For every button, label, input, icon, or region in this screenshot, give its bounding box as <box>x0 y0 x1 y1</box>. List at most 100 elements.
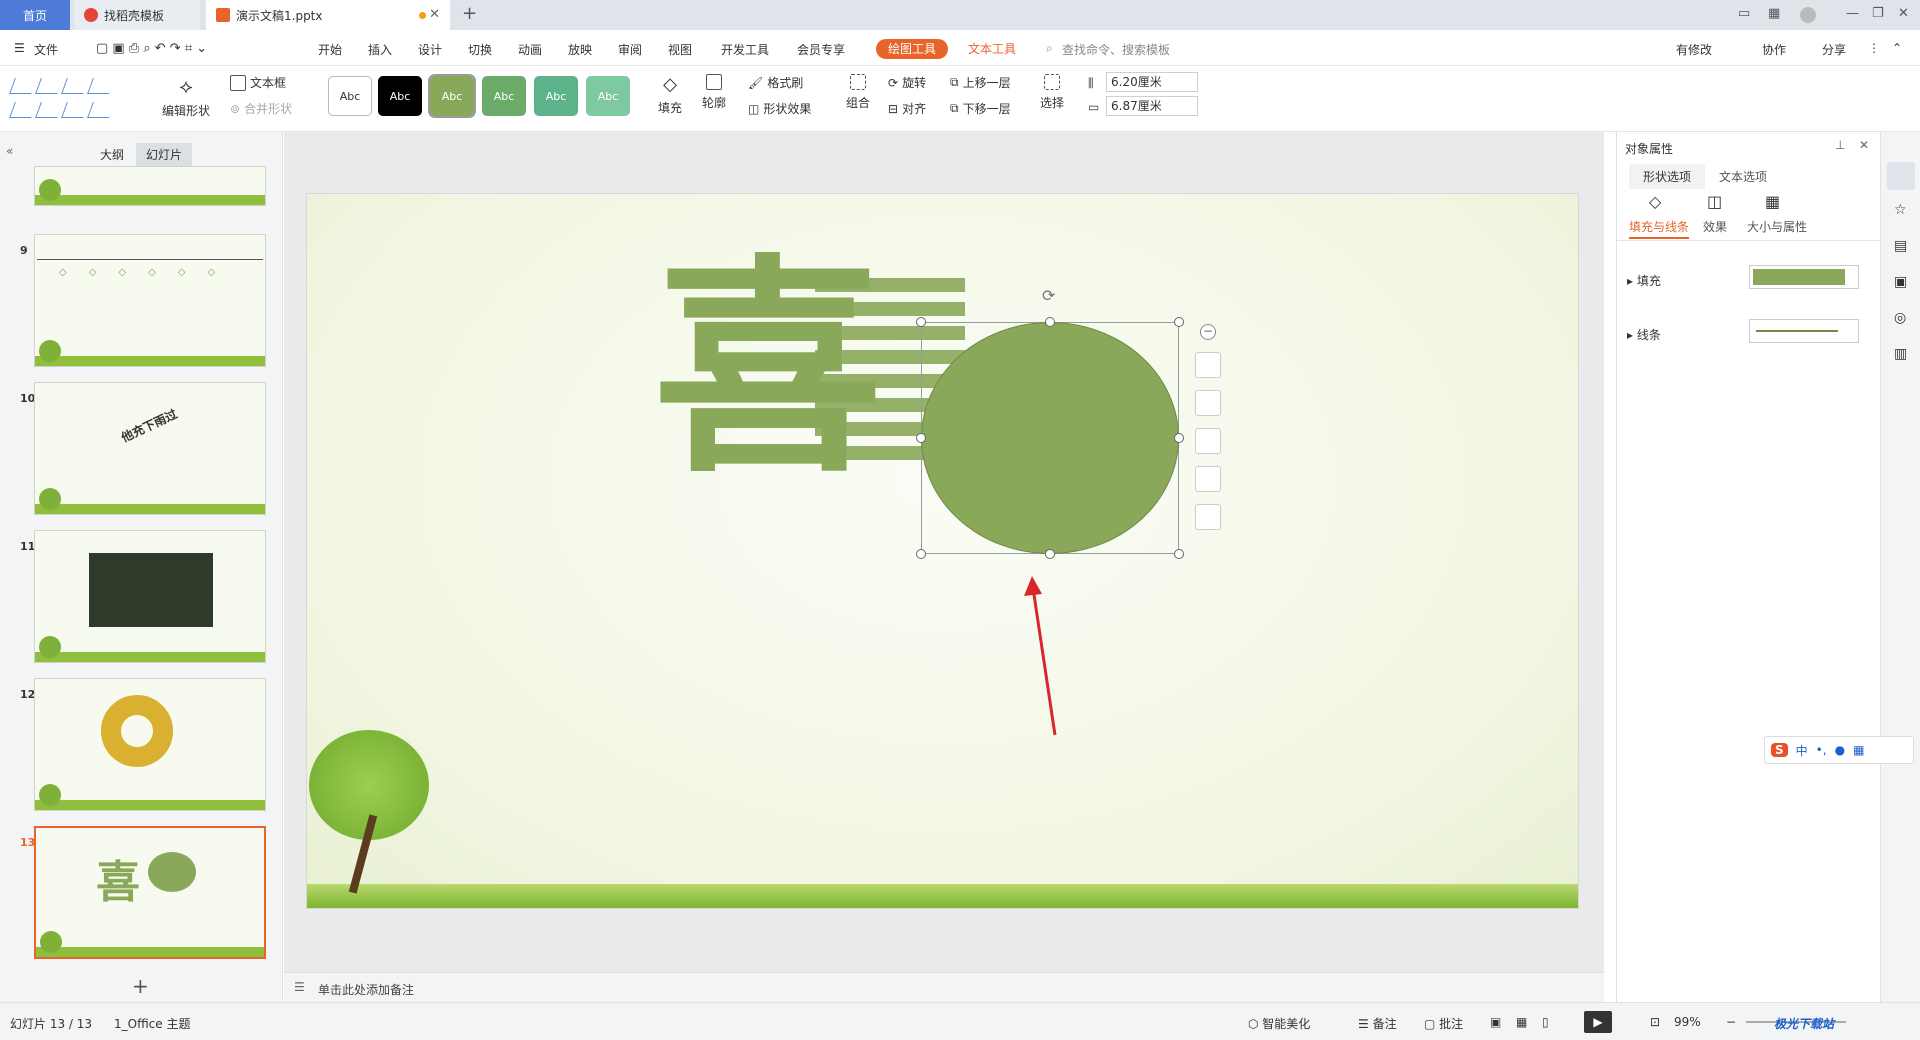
ellipse-shape[interactable] <box>921 322 1179 554</box>
tab-text-tools[interactable]: 文本工具 <box>956 39 1028 59</box>
outline-frame-icon[interactable] <box>1195 466 1221 492</box>
tab-draw-tools[interactable]: 绘图工具 <box>876 39 949 59</box>
resize-handle-s[interactable] <box>1045 549 1055 559</box>
slide-thumb-partial[interactable] <box>34 166 266 206</box>
fill-color-dropdown[interactable] <box>1749 265 1859 289</box>
play-button[interactable]: ▶ <box>1584 1011 1612 1033</box>
add-slide-button[interactable]: + <box>132 974 149 998</box>
hamburger-icon[interactable]: ☰ <box>14 41 25 55</box>
collab-button[interactable]: 协作 <box>1762 41 1786 58</box>
style-preset-6[interactable]: Abc <box>586 76 630 116</box>
tab-shape-options[interactable]: 形状选项 <box>1629 164 1706 189</box>
merge-shape-button[interactable]: ⊚ 合并形状 <box>230 100 292 117</box>
resize-handle-sw[interactable] <box>916 549 926 559</box>
resize-handle-n[interactable] <box>1045 317 1055 327</box>
resize-handle-nw[interactable] <box>916 317 926 327</box>
edit-shape-button[interactable]: ⟡ 编辑形状 <box>162 74 210 119</box>
subtab-size[interactable]: 大小与属性 <box>1747 218 1807 235</box>
menu-animation[interactable]: 动画 <box>518 41 542 58</box>
notes-bar[interactable]: ☰ 单击此处添加备注 <box>284 972 1604 1002</box>
slide-thumb-11[interactable] <box>34 530 266 663</box>
transition-icon[interactable]: ▤ <box>1894 238 1907 254</box>
fit-icon[interactable]: ⊡ <box>1650 1015 1660 1029</box>
zoom-level[interactable]: 99% <box>1674 1015 1701 1029</box>
menu-start[interactable]: 开始 <box>318 41 342 58</box>
zoom-out-icon[interactable]: − <box>1726 1015 1736 1029</box>
close-tab-icon[interactable]: ✕ <box>429 7 440 22</box>
shape-gallery[interactable] <box>8 74 148 124</box>
rotate-handle-icon[interactable]: ⟳ <box>1042 286 1055 305</box>
gallery-icon[interactable]: ▣ <box>1894 274 1907 290</box>
close-panel-icon[interactable]: ✕ <box>1859 138 1869 152</box>
fill-button[interactable]: ◇ 填充 <box>658 74 682 116</box>
tab-home[interactable]: 首页 <box>0 0 70 30</box>
line-section-toggle[interactable]: ▸ 线条 <box>1627 326 1661 343</box>
collapse-toolbar-icon[interactable]: − <box>1200 324 1216 340</box>
menu-slideshow[interactable]: 放映 <box>568 41 592 58</box>
normal-view-icon[interactable]: ▣ <box>1490 1015 1501 1029</box>
quick-access-icons[interactable]: ▢ ▣ ⎙ ⌕ ↶ ↷ ⌗ ⌄ <box>96 41 207 56</box>
menu-insert[interactable]: 插入 <box>368 41 392 58</box>
pen-icon[interactable] <box>1195 390 1221 416</box>
properties-icon[interactable] <box>1887 162 1915 190</box>
menu-transition[interactable]: 切换 <box>468 41 492 58</box>
menu-member[interactable]: 会员专享 <box>797 41 845 58</box>
style-preset-3[interactable]: Abc <box>428 74 476 118</box>
resize-handle-se[interactable] <box>1174 549 1184 559</box>
avatar[interactable] <box>1800 7 1816 23</box>
slide-thumb-9[interactable]: ◇◇◇◇◇◇ <box>34 234 266 367</box>
style-preset-1[interactable]: Abc <box>328 76 372 116</box>
group-button[interactable]: 组合 <box>846 74 870 111</box>
format-brush-button[interactable]: 🖌 格式刷 <box>748 74 803 91</box>
fill-icon[interactable] <box>1195 428 1221 454</box>
ime-toolbar[interactable]: S 中 •, ● ▦ <box>1764 736 1914 764</box>
menu-review[interactable]: 审阅 <box>618 41 642 58</box>
bring-forward-button[interactable]: ⧉ 上移一层 <box>950 74 1011 91</box>
menu-file[interactable]: 文件 <box>34 41 58 58</box>
pin-icon[interactable]: ⊥ <box>1835 138 1845 152</box>
tab-document[interactable]: 演示文稿1.pptx ✕ <box>206 0 450 30</box>
outline-button[interactable]: 轮廓 <box>702 74 726 111</box>
height-input[interactable]: 6.20厘米 <box>1106 72 1198 92</box>
bulb-icon[interactable] <box>1195 504 1221 530</box>
slide-thumb-13[interactable]: 喜 <box>34 826 266 959</box>
line-style-dropdown[interactable] <box>1749 319 1859 343</box>
fill-section-toggle[interactable]: ▸ 填充 <box>1627 272 1661 289</box>
tab-slides[interactable]: 幻灯片 <box>136 143 193 166</box>
select-button[interactable]: 选择 <box>1040 74 1064 111</box>
style-preset-2[interactable]: Abc <box>378 76 422 116</box>
width-input[interactable]: 6.87厘米 <box>1106 96 1198 116</box>
collapse-ribbon-icon[interactable]: ⌃ <box>1892 41 1902 55</box>
more-icon[interactable]: ⋮ <box>1868 41 1880 55</box>
restore-icon[interactable]: ❐ <box>1872 6 1884 21</box>
slide-thumb-12[interactable] <box>34 678 266 811</box>
close-window-icon[interactable]: ✕ <box>1898 6 1909 21</box>
new-tab-button[interactable]: + <box>462 3 477 24</box>
shape-effect-button[interactable]: ◫ 形状效果 <box>748 100 811 117</box>
modified-button[interactable]: 有修改 <box>1676 41 1712 58</box>
location-icon[interactable]: ◎ <box>1894 310 1906 326</box>
smart-beautify-button[interactable]: ⬡ 智能美化 <box>1248 1015 1310 1032</box>
align-button[interactable]: ⊟ 对齐 <box>888 100 926 117</box>
style-preset-4[interactable]: Abc <box>482 76 526 116</box>
resize-handle-e[interactable] <box>1174 433 1184 443</box>
menu-view[interactable]: 视图 <box>668 41 692 58</box>
subtab-effect[interactable]: 效果 <box>1703 218 1727 235</box>
resize-handle-ne[interactable] <box>1174 317 1184 327</box>
slide-thumb-10[interactable]: 他充下雨过 <box>34 382 266 515</box>
style-preset-5[interactable]: Abc <box>534 76 578 116</box>
tab-text-options[interactable]: 文本选项 <box>1719 168 1767 185</box>
layout-icon[interactable]: ▭ <box>1738 6 1750 21</box>
sorter-view-icon[interactable]: ▦ <box>1516 1015 1527 1029</box>
menu-developer[interactable]: 开发工具 <box>721 41 769 58</box>
textbox-button[interactable]: 文本框 <box>230 74 286 91</box>
tab-outline[interactable]: 大纲 <box>100 146 124 163</box>
resize-handle-w[interactable] <box>916 433 926 443</box>
animation-icon[interactable]: ☆ <box>1894 202 1907 218</box>
book-icon[interactable]: ▥ <box>1894 346 1907 362</box>
subtab-fill-line[interactable]: 填充与线条 <box>1629 218 1690 239</box>
apps-grid-icon[interactable]: ▦ <box>1768 6 1780 21</box>
share-button[interactable]: 分享 <box>1822 41 1846 58</box>
comment-button[interactable]: ▢ 批注 <box>1424 1015 1463 1032</box>
minimize-icon[interactable]: — <box>1846 6 1859 21</box>
